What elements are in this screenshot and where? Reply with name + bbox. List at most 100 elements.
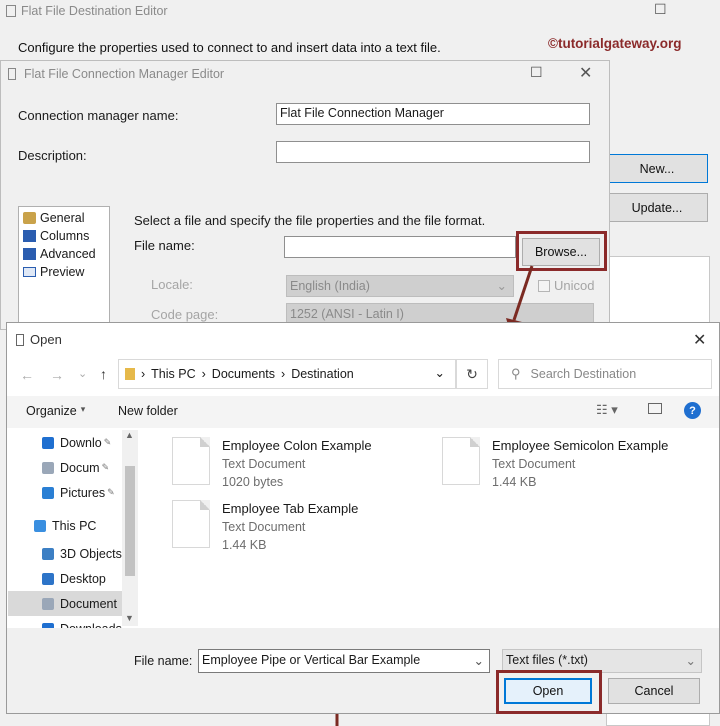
chevron-right-icon: › bbox=[281, 367, 286, 381]
chevron-down-icon[interactable]: ⌄ bbox=[435, 365, 445, 380]
unicode-checkbox[interactable]: Unicod bbox=[538, 278, 594, 293]
file-name: Employee Colon Example bbox=[222, 438, 372, 453]
nav-item[interactable]: Downloads bbox=[8, 616, 138, 628]
nav-preview-label: Preview bbox=[40, 265, 85, 279]
app-icon bbox=[6, 5, 16, 17]
conn-name-input[interactable]: Flat File Connection Manager bbox=[276, 103, 590, 125]
app-icon bbox=[16, 333, 24, 346]
chevron-right-icon: › bbox=[141, 367, 146, 381]
close-icon[interactable]: ✕ bbox=[693, 330, 706, 350]
conn-mgr-title: Flat File Connection Manager Editor bbox=[24, 67, 225, 81]
open-highlight bbox=[496, 670, 602, 714]
nav-advanced[interactable]: Advanced bbox=[23, 245, 105, 263]
watermark: ©tutorialgateway.org bbox=[548, 36, 682, 51]
nav-item-label: This PC bbox=[52, 519, 97, 533]
description-label: Description: bbox=[18, 148, 87, 163]
file-size: 1.44 KB bbox=[492, 475, 537, 489]
maximize-icon[interactable]: ☐ bbox=[530, 64, 543, 81]
nav-general[interactable]: General bbox=[23, 209, 105, 227]
nav-item[interactable]: This PC bbox=[8, 505, 138, 541]
nav-preview[interactable]: Preview bbox=[23, 263, 105, 281]
locale-value: English (India) bbox=[290, 279, 370, 293]
folder-icon bbox=[125, 368, 135, 380]
text-document-icon bbox=[172, 500, 210, 548]
file-item[interactable]: Employee Colon Example Text Document 1020 … bbox=[172, 437, 372, 491]
document-icon bbox=[42, 461, 54, 474]
breadcrumb-destination[interactable]: Destination bbox=[291, 367, 354, 381]
cube-icon bbox=[42, 547, 54, 560]
address-bar[interactable]: › This PC › Documents › Destination ⌄ bbox=[118, 359, 456, 389]
file-type-value: Text files (*.txt) bbox=[506, 653, 588, 667]
text-document-icon bbox=[172, 437, 210, 485]
nav-item-label: Docum bbox=[60, 460, 100, 475]
text-document-icon bbox=[442, 437, 480, 485]
nav-item[interactable]: Docum ✎ bbox=[8, 455, 138, 480]
unicode-label: Unicod bbox=[554, 278, 595, 293]
pin-icon: ✎ bbox=[103, 437, 112, 447]
scroll-thumb[interactable] bbox=[125, 466, 135, 576]
file-size: 1020 bytes bbox=[222, 475, 284, 489]
nav-item[interactable]: Desktop bbox=[8, 566, 138, 591]
nav-item[interactable]: Pictures ✎ bbox=[8, 480, 138, 505]
file-item[interactable]: Employee Semicolon Example Text Document 1… bbox=[442, 437, 668, 491]
preview-icon bbox=[23, 267, 36, 277]
codepage-label: Code page: bbox=[151, 307, 219, 322]
maximize-icon[interactable]: ☐ bbox=[654, 1, 667, 18]
open-file-name-input[interactable]: Employee Pipe or Vertical Bar Example ⌄ bbox=[198, 649, 490, 673]
file-info: Employee Semicolon Example Text Document 1… bbox=[492, 437, 668, 491]
nav-item-label: Desktop bbox=[60, 571, 106, 586]
columns-icon bbox=[23, 230, 36, 242]
file-name: Employee Tab Example bbox=[222, 501, 359, 516]
open-dialog-titlebar: Open bbox=[16, 332, 62, 347]
computer-icon bbox=[34, 520, 46, 532]
file-info: Employee Colon Example Text Document 1020 … bbox=[222, 437, 372, 491]
chevron-down-icon: ⌄ bbox=[685, 654, 696, 668]
close-icon[interactable]: ✕ bbox=[579, 63, 592, 83]
forward-icon[interactable]: → bbox=[50, 367, 64, 383]
download-icon bbox=[42, 436, 54, 449]
nav-scrollbar[interactable]: ▲ ▼ bbox=[122, 430, 138, 626]
desktop-icon bbox=[42, 572, 54, 585]
chevron-down-icon[interactable]: ⌄ bbox=[474, 653, 484, 668]
nav-item[interactable]: Document bbox=[8, 591, 138, 616]
nav-item-label: Pictures bbox=[60, 485, 106, 500]
view-options-icon[interactable]: ☷ ▾ bbox=[596, 402, 618, 418]
organize-label: Organize bbox=[26, 404, 77, 418]
refresh-icon[interactable]: ↻ bbox=[456, 359, 488, 389]
cancel-button[interactable]: Cancel bbox=[608, 678, 700, 704]
file-item[interactable]: Employee Tab Example Text Document 1.44 KB bbox=[172, 500, 358, 554]
chevron-down-icon[interactable]: ⌄ bbox=[78, 367, 87, 380]
organize-button[interactable]: Organize ▾ bbox=[26, 404, 85, 418]
dest-editor-description: Configure the properties used to connect… bbox=[18, 40, 441, 55]
back-icon[interactable]: ← bbox=[20, 367, 34, 383]
file-name-input[interactable] bbox=[284, 236, 516, 258]
open-dialog-title: Open bbox=[30, 332, 62, 347]
file-type: Text Document bbox=[222, 457, 306, 471]
help-icon[interactable]: ? bbox=[684, 402, 701, 419]
chevron-down-icon: ▾ bbox=[80, 404, 86, 414]
file-size: 1.44 KB bbox=[222, 538, 267, 552]
dest-editor-title: Flat File Destination Editor bbox=[21, 4, 168, 18]
preview-pane-icon[interactable] bbox=[648, 403, 662, 414]
pictures-icon bbox=[42, 486, 54, 499]
new-folder-button[interactable]: New folder bbox=[118, 404, 178, 418]
locale-select[interactable]: English (India) ⌄ bbox=[286, 275, 514, 297]
navigation-pane: Downlo ✎ Docum ✎ Pictures ✎ This PC 3D Objects D… bbox=[8, 430, 138, 628]
breadcrumb-documents[interactable]: Documents bbox=[212, 367, 275, 381]
update-button[interactable]: Update... bbox=[606, 193, 708, 222]
new-button[interactable]: New... bbox=[606, 154, 708, 183]
advanced-icon bbox=[23, 248, 36, 260]
nav-general-label: General bbox=[40, 211, 85, 225]
search-box[interactable]: ⚲ Search Destination bbox=[498, 359, 712, 389]
nav-item[interactable]: 3D Objects bbox=[8, 541, 138, 566]
description-input[interactable] bbox=[276, 141, 590, 163]
conn-name-label: Connection manager name: bbox=[18, 108, 179, 123]
chevron-right-icon: › bbox=[201, 367, 206, 381]
nav-item-label: Downlo bbox=[60, 435, 102, 450]
breadcrumb-this-pc[interactable]: This PC bbox=[151, 367, 195, 381]
nav-item[interactable]: Downlo ✎ bbox=[8, 430, 138, 455]
conn-mgr-titlebar: Flat File Connection Manager Editor bbox=[8, 64, 224, 84]
up-icon[interactable]: ↑ bbox=[100, 366, 107, 382]
file-type: Text Document bbox=[492, 457, 576, 471]
nav-columns[interactable]: Columns bbox=[23, 227, 105, 245]
